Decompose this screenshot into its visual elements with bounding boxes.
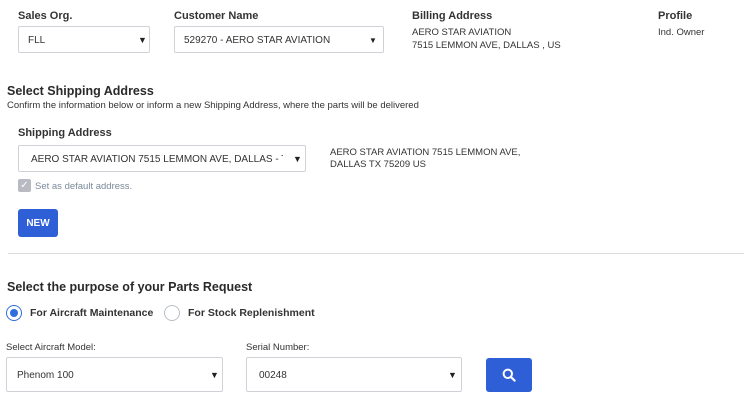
purpose-section-title: Select the purpose of your Parts Request [7,280,253,294]
shipping-address-select[interactable]: AERO STAR AVIATION 7515 LEMMON AVE, DALL… [18,145,306,172]
shipping-address-line2: DALLAS TX 75209 US [330,159,426,170]
new-button-label: NEW [26,217,50,229]
billing-address-line2: 7515 LEMMON AVE, DALLAS , US [412,40,561,51]
new-address-button[interactable]: NEW [18,209,58,237]
radio-stock-replenishment-label: For Stock Replenishment [188,307,315,319]
search-button[interactable] [486,358,532,392]
chevron-down-icon: ▼ [210,370,219,380]
section-divider [8,253,744,254]
aircraft-model-label: Select Aircraft Model: [6,342,96,353]
customer-name-label: Customer Name [174,10,259,22]
shipping-section-description: Confirm the information below or inform … [7,100,419,111]
shipping-address-label: Shipping Address [18,127,112,139]
aircraft-model-select[interactable]: Phenom 100 ▼ [6,357,223,392]
search-icon [502,368,516,382]
billing-address-label: Billing Address [412,10,493,22]
serial-number-value: 00248 [259,370,287,381]
sales-org-value: FLL [28,35,46,46]
radio-aircraft-maintenance[interactable] [6,305,22,321]
aircraft-model-value: Phenom 100 [17,370,74,381]
serial-number-select[interactable]: 00248 ▼ [246,357,462,392]
sales-org-label: Sales Org. [18,10,73,22]
serial-number-label: Serial Number: [246,342,310,353]
chevron-down-icon: ▼ [138,35,147,45]
chevron-down-icon: ▼ [293,154,302,164]
default-address-label: Set as default address. [35,181,133,192]
radio-aircraft-maintenance-label: For Aircraft Maintenance [30,307,154,319]
customer-name-value: 529270 - AERO STAR AVIATION [184,35,331,46]
default-address-checkbox[interactable]: ✓ [18,179,31,192]
chevron-down-icon: ▼ [448,370,457,380]
sales-org-select[interactable]: FLL ▼ [18,26,150,53]
chevron-down-icon: ▼ [369,36,377,45]
profile-value: Ind. Owner [658,27,705,38]
checkmark-icon: ✓ [20,180,29,191]
radio-stock-replenishment[interactable] [164,305,180,321]
billing-address-line1: AERO STAR AVIATION [412,27,512,38]
profile-label: Profile [658,10,693,22]
customer-name-select[interactable]: 529270 - AERO STAR AVIATION ▼ [174,26,384,53]
shipping-section-title: Select Shipping Address [7,84,154,98]
shipping-address-value: AERO STAR AVIATION 7515 LEMMON AVE, DALL… [31,154,283,165]
